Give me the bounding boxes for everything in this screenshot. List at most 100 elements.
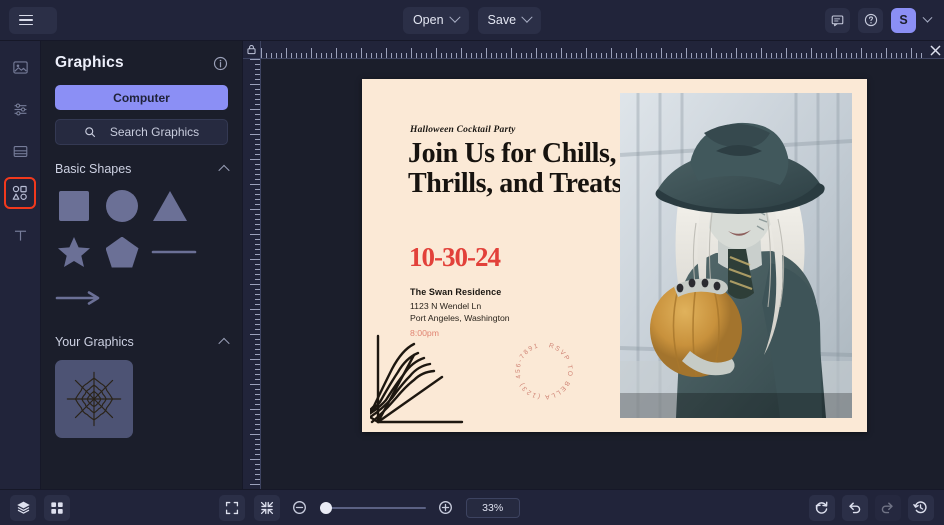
spider-web-corner-icon (328, 334, 464, 424)
poster-headline[interactable]: Join Us for Chills, Thrills, and Treats! (408, 139, 638, 199)
poster-address-line1: 1123 N Wendel Ln (410, 301, 482, 311)
app-body: Graphics Computer Search Graphics Basic … (0, 41, 944, 489)
lock-icon (247, 44, 256, 55)
zoom-in-button[interactable] (435, 497, 457, 519)
chevron-up-icon (218, 337, 230, 350)
comment-button[interactable] (825, 7, 850, 33)
redo-icon (882, 502, 894, 514)
design-stage[interactable]: Halloween Cocktail Party Join Us for Chi… (261, 59, 944, 489)
zoom-controls: 33% (218, 494, 520, 521)
panel-header: Graphics (55, 54, 228, 72)
poster-rsvp-badge[interactable]: RSVP TO BELLA (123) 456-7891 (505, 332, 583, 410)
circular-text-badge: RSVP TO BELLA (123) 456-7891 (515, 342, 574, 400)
shape-arrow[interactable] (55, 279, 101, 317)
zoom-out-icon (293, 501, 307, 514)
image-icon (12, 60, 28, 74)
shape-square[interactable] (55, 187, 93, 225)
section-label-basic-shapes: Basic Shapes (55, 162, 132, 176)
shape-pentagon[interactable] (103, 233, 141, 271)
sidebar-item-graphics[interactable] (4, 177, 36, 209)
fit-screen-icon (225, 501, 238, 514)
zoom-out-button[interactable] (289, 497, 311, 519)
zoom-slider[interactable] (319, 499, 426, 517)
shape-line[interactable] (151, 233, 197, 271)
sidebar-item-images[interactable] (6, 53, 34, 81)
section-header-basic-shapes[interactable]: Basic Shapes (55, 162, 230, 177)
history-button[interactable] (907, 494, 934, 521)
zoom-slider-track (319, 506, 426, 509)
chevron-down-icon[interactable] (922, 12, 933, 23)
redo-button[interactable] (874, 494, 901, 521)
shape-star[interactable] (55, 233, 93, 271)
poster-kicker[interactable]: Halloween Cocktail Party (410, 125, 516, 135)
sidebar-item-adjustments[interactable] (6, 95, 34, 123)
shapes-icon (12, 185, 27, 200)
reset-button[interactable] (808, 494, 835, 521)
grid-button[interactable] (44, 494, 70, 521)
open-button[interactable]: Open (402, 6, 469, 34)
chevron-down-icon (448, 11, 461, 23)
vertical-ruler[interactable] (243, 59, 261, 489)
chevron-up-icon (218, 164, 230, 177)
poster-artboard[interactable]: Halloween Cocktail Party Join Us for Chi… (328, 79, 867, 432)
close-ruler-button[interactable] (926, 41, 944, 58)
help-circle-icon (864, 13, 877, 27)
shape-triangle[interactable] (151, 187, 189, 225)
zoom-in-icon (439, 501, 453, 514)
graphics-panel: Graphics Computer Search Graphics Basic … (41, 41, 243, 489)
save-label: Save (487, 13, 517, 27)
page-title: Graphics (55, 54, 124, 71)
canvas-area: Halloween Cocktail Party Join Us for Chi… (243, 41, 944, 489)
poster-venue[interactable]: The Swan Residence (410, 287, 501, 297)
sidebar-item-text[interactable] (6, 221, 34, 249)
chevron-down-icon (521, 11, 533, 23)
tool-rail (0, 41, 41, 489)
ruler-lock-button[interactable] (243, 41, 261, 59)
file-actions: Open Save (402, 6, 542, 34)
svg-text:RSVP TO BELLA (123) 456-7891: RSVP TO BELLA (123) 456-7891 (515, 342, 574, 400)
poster-spider-web[interactable] (328, 322, 492, 432)
zoom-level-input[interactable]: 33% (465, 497, 520, 518)
shrink-icon (260, 501, 273, 514)
sidebar-item-layouts[interactable] (6, 137, 34, 165)
help-button[interactable] (858, 7, 883, 33)
computer-source-button[interactable]: Computer (55, 85, 228, 110)
shape-circle[interactable] (103, 187, 141, 225)
star-icon (58, 236, 90, 267)
sliders-icon (14, 103, 26, 115)
history-controls (808, 494, 934, 521)
layers-icon (16, 501, 30, 514)
horizontal-ruler[interactable] (261, 41, 944, 59)
shrink-button[interactable] (253, 494, 280, 521)
top-right-actions: S (825, 7, 935, 33)
graphic-designer-app: Open Save S Graphics Computer Search Gra… (0, 0, 944, 525)
top-bar: Open Save S (0, 0, 944, 41)
section-label-your-graphics: Your Graphics (55, 335, 134, 349)
undo-button[interactable] (841, 494, 868, 521)
basic-shapes-grid (55, 187, 228, 317)
bottom-bar: 33% (0, 489, 944, 525)
poster-photo[interactable] (620, 93, 852, 418)
line-icon (151, 250, 197, 254)
comment-icon (831, 15, 844, 26)
search-input[interactable]: Search Graphics (55, 119, 228, 145)
fit-screen-button[interactable] (218, 494, 245, 521)
poster-address[interactable]: 1123 N Wendel Ln Port Angeles, Washingto… (410, 300, 510, 324)
canvas-row: Halloween Cocktail Party Join Us for Chi… (243, 59, 944, 489)
hamburger-icon (19, 14, 33, 26)
zoom-slider-knob[interactable] (319, 501, 332, 514)
avatar[interactable]: S (891, 7, 916, 33)
app-menu-button[interactable] (9, 6, 57, 34)
info-circle-icon[interactable] (213, 56, 228, 71)
poster-date[interactable]: 10-30-24 (409, 242, 501, 273)
save-button[interactable]: Save (477, 6, 542, 34)
computer-label: Computer (113, 90, 170, 105)
ruler-row (243, 41, 944, 59)
spider-web-icon (66, 371, 122, 427)
close-icon (930, 45, 940, 55)
layers-button[interactable] (10, 494, 36, 521)
section-header-your-graphics[interactable]: Your Graphics (55, 335, 230, 350)
zoom-level-value: 33% (482, 501, 504, 514)
search-placeholder-text: Search Graphics (109, 125, 200, 139)
graphic-thumbnail-spider-web[interactable] (55, 360, 133, 438)
